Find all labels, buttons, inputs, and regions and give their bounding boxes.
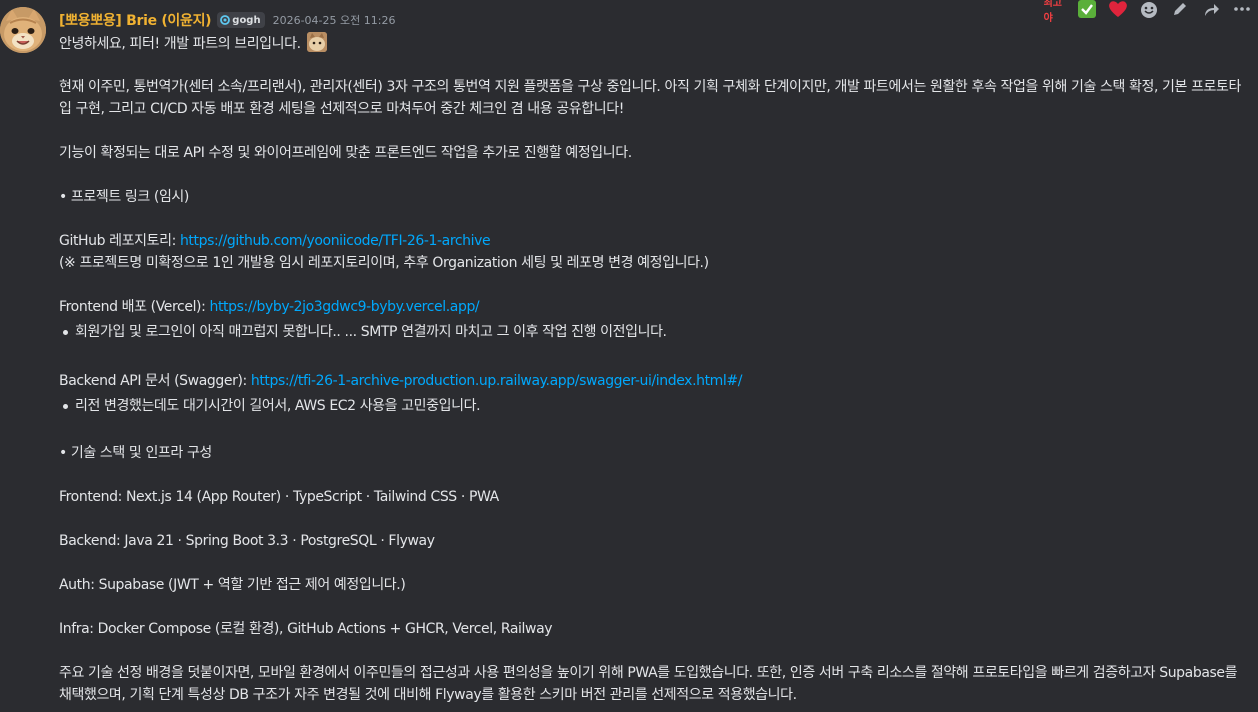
plan-text: 기능이 확정되는 대로 API 수정 및 와이어프레임에 맞춘 프론트엔드 작업… — [59, 145, 632, 161]
frontend-label: Frontend 배포 (Vercel): — [59, 299, 210, 315]
cat-avatar-image — [0, 7, 46, 53]
check-emoji-icon — [1077, 0, 1096, 18]
reaction-best-label: 최고야 — [1043, 0, 1062, 24]
rationale-paragraph: 주요 기술 선정 배경을 덧붙이자면, 모바일 환경에서 이주민들의 접근성과 … — [59, 665, 1238, 703]
message-timestamp[interactable]: 2026-04-25 오전 11:26 — [273, 12, 396, 28]
stack-backend: Backend: Java 21 · Spring Boot 3.3 · Pos… — [59, 533, 435, 549]
guild-tag-badge[interactable]: gogh — [217, 12, 265, 28]
guild-tag-label: gogh — [232, 14, 261, 26]
reaction-best-button[interactable]: 최고야 — [1044, 0, 1068, 24]
backend-link[interactable]: https://tfi-26-1-archive-production.up.r… — [251, 373, 743, 389]
add-reaction-button[interactable] — [1137, 0, 1161, 18]
forward-icon — [1205, 4, 1220, 16]
bullet-dot — [63, 404, 68, 409]
edit-message-button[interactable] — [1168, 0, 1192, 18]
user-avatar[interactable] — [0, 7, 46, 53]
username[interactable]: [뽀용뽀용] Brie (이윤지) — [59, 10, 212, 30]
more-icon — [1234, 7, 1251, 11]
edit-icon — [1174, 3, 1187, 15]
backend-note: 리전 변경했는데도 대기시간이 길어서, AWS EC2 사용을 고민중입니다. — [75, 398, 481, 414]
stack-heading: • 기술 스택 및 인프라 구성 — [59, 445, 212, 461]
reaction-check-button[interactable] — [1075, 0, 1099, 18]
message-content: 안녕하세요, 피터! 개발 파트의 브리입니다. 현재 이주민, 통번역가(센터… — [59, 32, 1244, 706]
links-heading: • 프로젝트 링크 (임시) — [59, 189, 189, 205]
add-reaction-icon — [1140, 2, 1157, 18]
stack-infra: Infra: Docker Compose (로컬 환경), GitHub Ac… — [59, 621, 553, 637]
github-note: (※ 프로젝트명 미확정으로 1인 개발용 임시 레포지토리이며, 추후 Org… — [59, 255, 709, 271]
backend-note-item: 리전 변경했는데도 대기시간이 길어서, AWS EC2 사용을 고민중입니다. — [59, 395, 1244, 417]
backend-line: Backend API 문서 (Swagger): https://tfi-26… — [59, 370, 1244, 392]
stack-frontend: Frontend: Next.js 14 (App Router) · Type… — [59, 489, 499, 505]
cat-emoji-icon[interactable] — [306, 32, 327, 52]
frontend-note: 회원가입 및 로그인이 아직 매끄럽지 못합니다.. ... SMTP 연결까지… — [75, 324, 667, 340]
stack-auth: Auth: Supabase (JWT + 역할 기반 접근 제어 예정입니다.… — [59, 577, 406, 593]
reaction-heart-button[interactable] — [1106, 0, 1130, 18]
message-action-toolbar: 최고야 — [1040, 0, 1258, 24]
heart-emoji-icon — [1108, 1, 1127, 17]
forward-message-button[interactable] — [1199, 0, 1223, 18]
greeting-text: 안녕하세요, 피터! 개발 파트의 브리입니다. — [59, 36, 301, 52]
message-header: [뽀용뽀용] Brie (이윤지) gogh 2026-04-25 오전 11:… — [59, 10, 395, 30]
backend-label: Backend API 문서 (Swagger): — [59, 373, 251, 389]
frontend-line: Frontend 배포 (Vercel): https://byby-2jo3g… — [59, 296, 1244, 318]
github-line: GitHub 레포지토리: https://github.com/yooniic… — [59, 230, 1244, 252]
bullet-dot — [63, 330, 68, 335]
intro-paragraph: 현재 이주민, 통번역가(센터 소속/프리랜서), 관리자(센터) 3자 구조의… — [59, 79, 1241, 117]
chat-message: [뽀용뽀용] Brie (이윤지) gogh 2026-04-25 오전 11:… — [0, 0, 1258, 712]
greeting-line: 안녕하세요, 피터! 개발 파트의 브리입니다. — [59, 32, 1244, 54]
more-options-button[interactable] — [1230, 0, 1254, 18]
github-label: GitHub 레포지토리: — [59, 233, 180, 249]
frontend-link[interactable]: https://byby-2jo3gdwc9-byby.vercel.app/ — [210, 299, 480, 315]
tag-icon — [220, 15, 231, 25]
github-link[interactable]: https://github.com/yooniicode/TFI-26-1-a… — [180, 233, 491, 249]
frontend-note-item: 회원가입 및 로그인이 아직 매끄럽지 못합니다.. ... SMTP 연결까지… — [59, 321, 1244, 343]
